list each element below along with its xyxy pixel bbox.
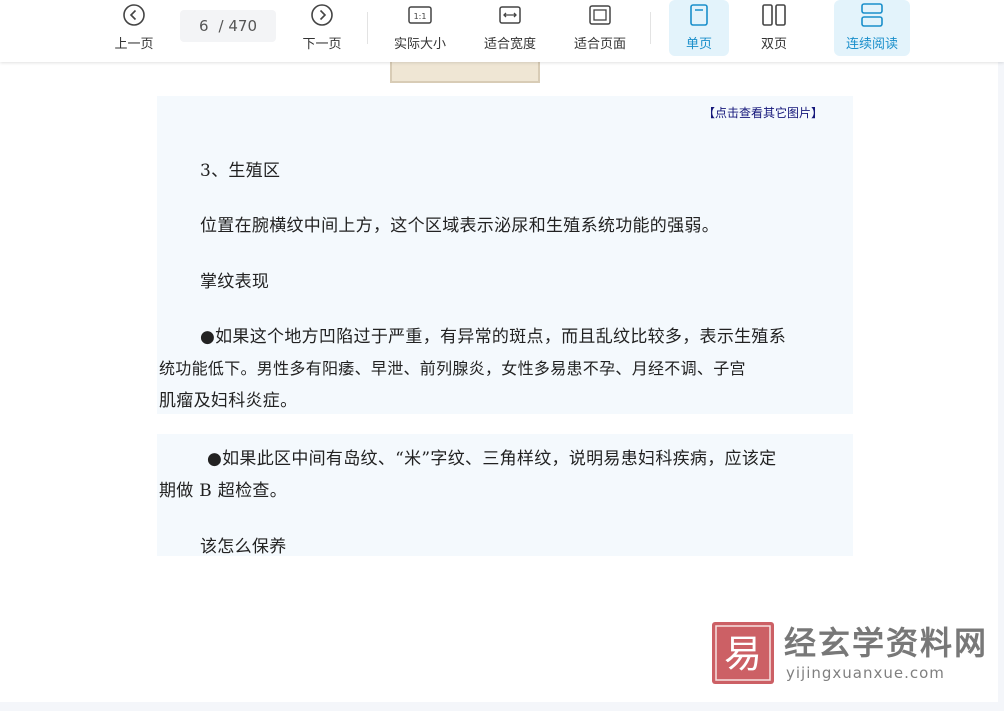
paragraph-position: 位置在腕横纹中间上方，这个区域表示泌尿和生殖系统功能的强弱。	[200, 216, 719, 236]
fit-page-button[interactable]: 适合页面	[566, 0, 634, 56]
watermark-site-url: yijingxuanxue.com	[786, 664, 945, 682]
fit-width-label: 适合宽度	[483, 37, 536, 52]
double-page-label: 双页	[760, 37, 787, 52]
continuous-reading-label: 连续阅读	[845, 37, 898, 52]
bullet-paragraph-line: 统功能低下。男性多有阳痿、早泄、前列腺炎，女性多易患不孕、月经不调、子宫	[159, 359, 746, 378]
continuous-reading-button[interactable]: 连续阅读	[834, 0, 910, 56]
toolbar-divider	[367, 12, 368, 44]
document-viewer[interactable]: 【点击查看其它图片】 3、生殖区 位置在腕横纹中间上方，这个区域表示泌尿和生殖系…	[0, 62, 1004, 702]
fit-page-icon	[588, 1, 612, 29]
bullet-paragraph-line: ●如果这个地方凹陷过于严重，有异常的斑点，而且乱纹比较多，表示生殖系	[200, 327, 787, 347]
toolbar-divider	[650, 12, 651, 44]
sub-heading: 掌纹表现	[200, 272, 270, 292]
illustration-image	[390, 62, 540, 83]
reader-toolbar: 上一页 6 / 470 下一页 1:1 实际大小 适合宽度 适合页面 单页 双页…	[0, 0, 1004, 62]
section-heading: 3、生殖区	[200, 161, 281, 181]
continuous-reading-icon	[860, 1, 884, 29]
fit-width-button[interactable]: 适合宽度	[476, 0, 544, 56]
page-number-input[interactable]: 6	[199, 17, 209, 35]
actual-size-icon: 1:1	[407, 1, 433, 29]
view-other-images-link[interactable]: 【点击查看其它图片】	[703, 104, 823, 121]
prev-page-button[interactable]: 上一页	[108, 0, 160, 56]
next-page-button[interactable]: 下一页	[296, 0, 348, 56]
bullet-paragraph-line: ●如果此区中间有岛纹、“米”字纹、三角样纹，说明易患妇科疾病，应该定	[207, 449, 777, 469]
bullet-paragraph-line: 期做 B 超检查。	[159, 481, 287, 501]
double-page-button[interactable]: 双页	[744, 0, 804, 56]
fit-width-icon	[498, 1, 522, 29]
double-page-icon	[761, 1, 787, 29]
single-page-label: 单页	[685, 37, 712, 52]
actual-size-button[interactable]: 1:1 实际大小	[386, 0, 454, 56]
watermark-seal-logo: 易	[712, 622, 774, 684]
bullet-paragraph-line: 肌瘤及妇科炎症。	[159, 391, 298, 411]
next-page-label: 下一页	[302, 37, 342, 52]
page-indicator[interactable]: 6 / 470	[180, 10, 276, 42]
chevron-right-circle-icon	[310, 1, 334, 29]
prev-page-label: 上一页	[114, 37, 154, 52]
care-heading: 该怎么保养	[200, 537, 287, 557]
fit-page-label: 适合页面	[573, 37, 626, 52]
watermark-seal-char: 易	[724, 632, 762, 676]
page-total: / 470	[218, 17, 257, 35]
single-page-icon	[689, 1, 709, 29]
chevron-left-circle-icon	[122, 1, 146, 29]
watermark-site-name: 经玄学资料网	[784, 624, 989, 662]
single-page-button[interactable]: 单页	[669, 0, 729, 56]
scrollbar[interactable]	[998, 62, 1004, 702]
actual-size-label: 实际大小	[393, 37, 446, 52]
svg-text:1:1: 1:1	[414, 12, 427, 21]
